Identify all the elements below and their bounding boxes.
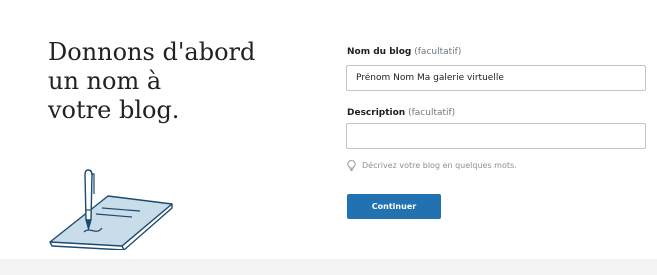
lightbulb-icon: [347, 159, 356, 171]
hint-text: Décrivez votre blog en quelques mots.: [362, 160, 517, 170]
blog-name-label-text: Nom du blog: [347, 47, 412, 57]
description-label: Description (facultatif): [347, 108, 455, 118]
title-line-1: Donnons d'abord: [48, 38, 256, 66]
description-hint: Décrivez votre blog en quelques mots.: [347, 158, 517, 172]
blog-name-optional-text: (facultatif): [414, 47, 462, 57]
blog-name-input[interactable]: [346, 65, 646, 91]
description-optional-text: (facultatif): [408, 108, 456, 118]
pen-writing-on-paper-icon: [49, 169, 173, 250]
title-line-2: un nom à: [48, 67, 162, 95]
description-label-text: Description: [347, 108, 406, 118]
footer-band: [0, 259, 657, 275]
blog-setup-page: Donnons d'abord un nom à votre blog. Nom…: [0, 0, 657, 275]
blog-name-label: Nom du blog (facultatif): [347, 47, 461, 57]
description-input[interactable]: [346, 123, 646, 149]
page-title: Donnons d'abord un nom à votre blog.: [48, 38, 278, 125]
title-line-3: votre blog.: [48, 96, 180, 124]
continue-button[interactable]: Continuer: [347, 194, 441, 219]
